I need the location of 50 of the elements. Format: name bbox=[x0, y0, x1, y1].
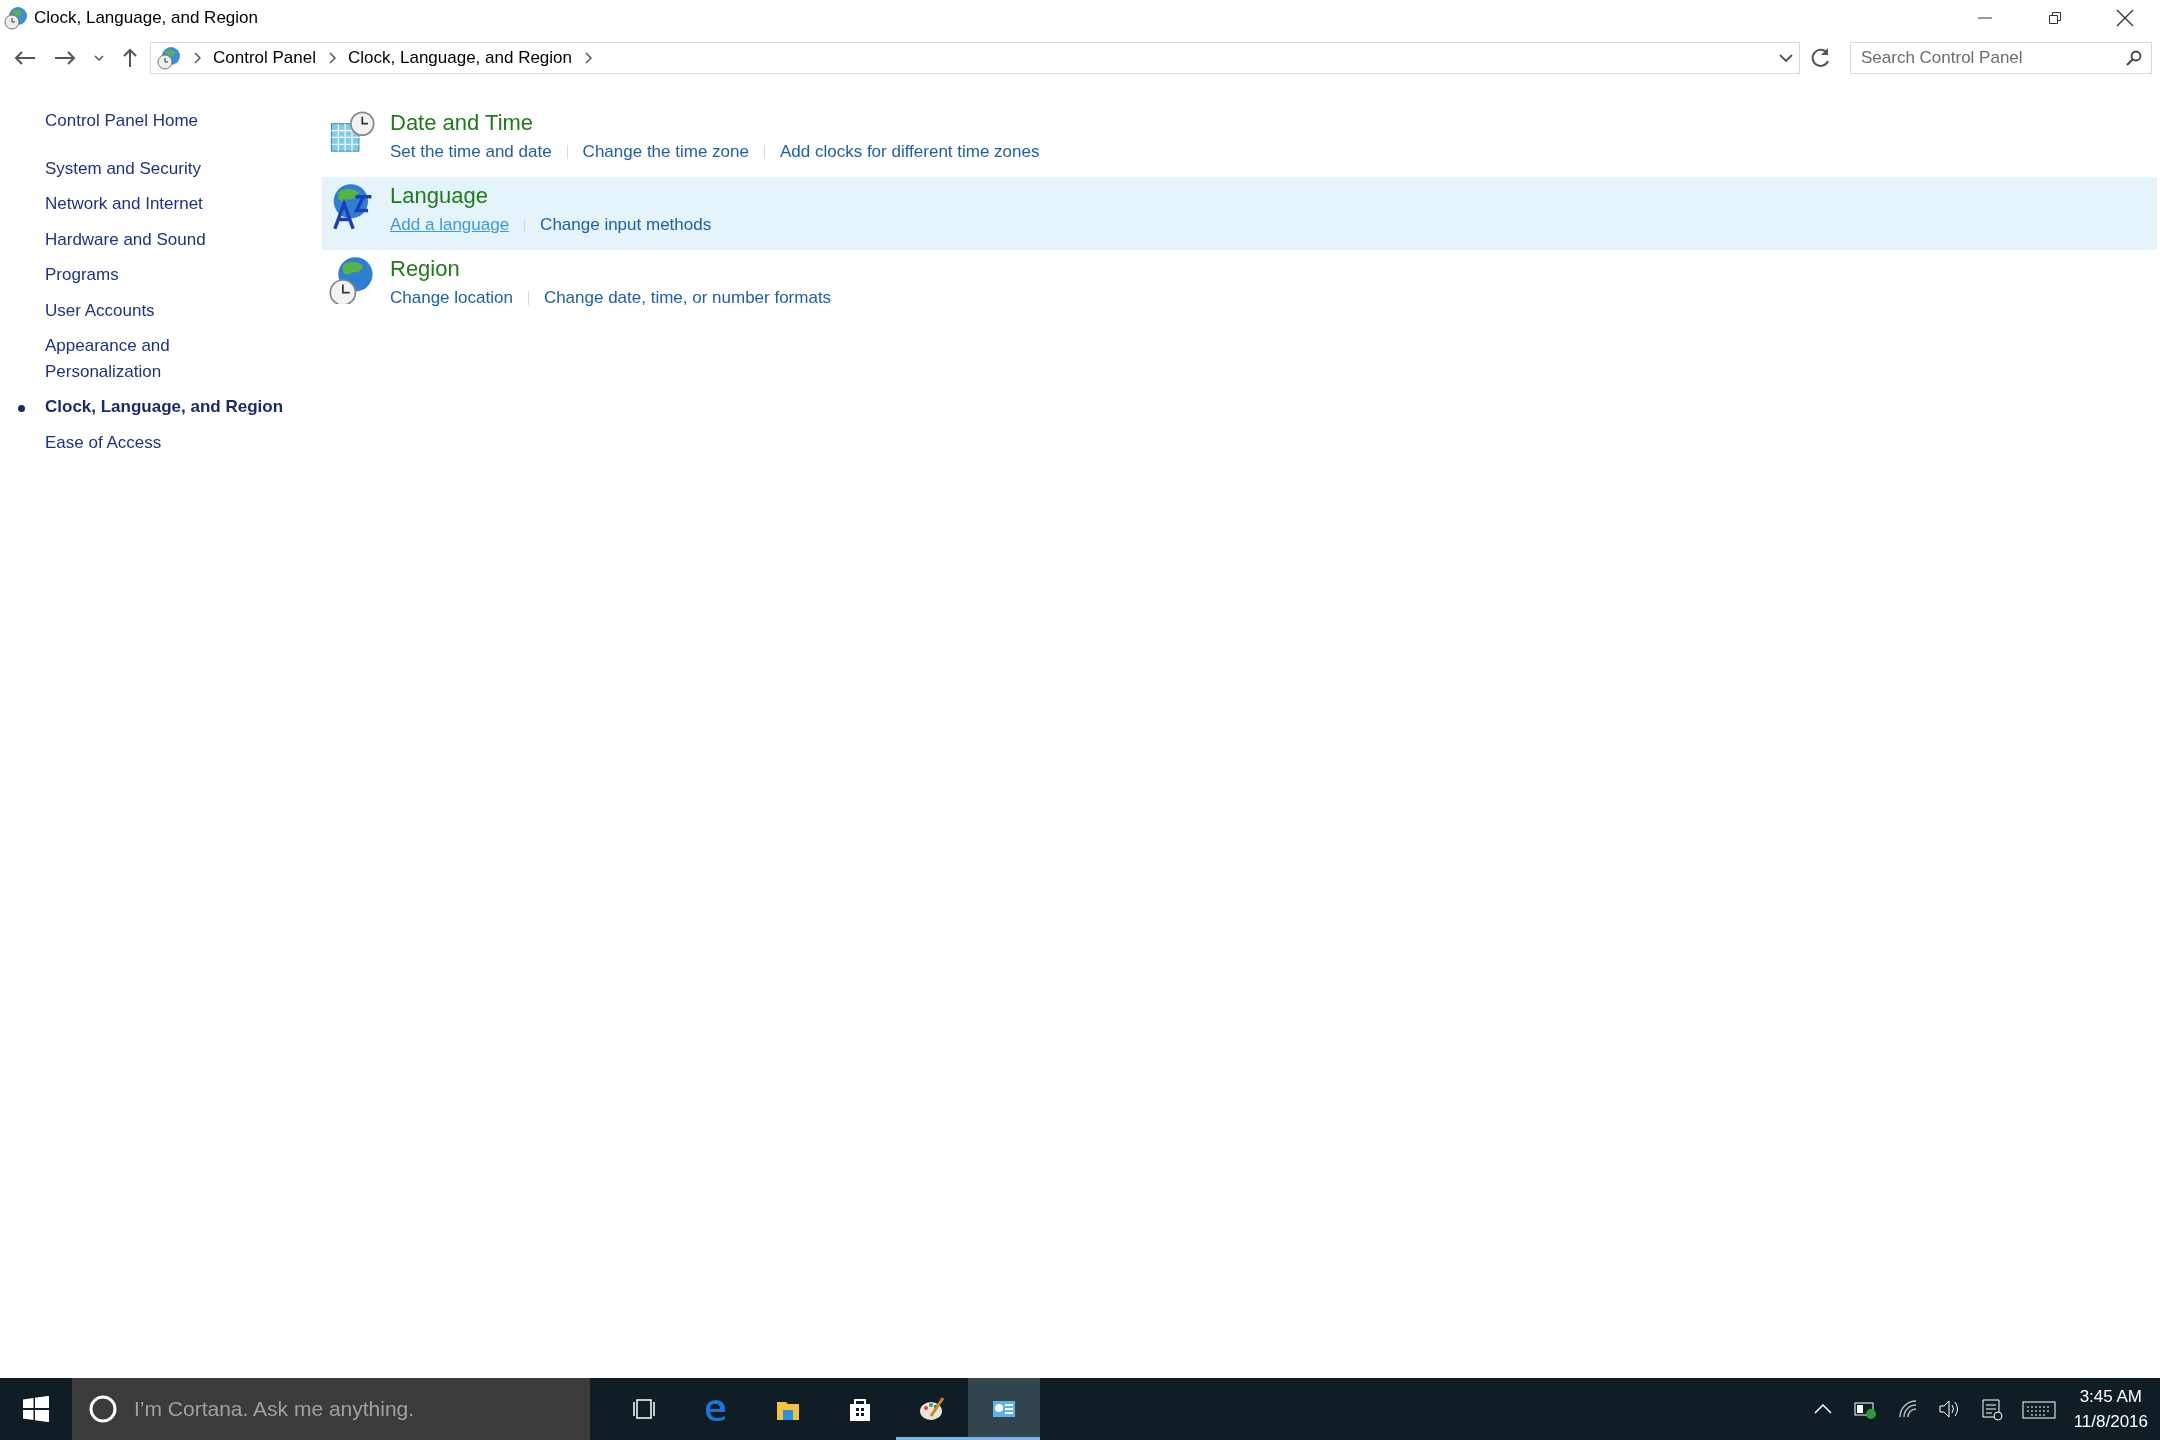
task-link[interactable]: Set the time and date bbox=[390, 139, 552, 165]
taskbar-app-button[interactable] bbox=[968, 1378, 1040, 1440]
sidebar-link[interactable]: Clock, Language, and Region bbox=[45, 394, 285, 420]
search-icon bbox=[2126, 50, 2142, 66]
task-link[interactable]: Change the time zone bbox=[582, 139, 749, 165]
chevron-right-icon[interactable] bbox=[328, 52, 336, 64]
forward-arrow-icon bbox=[54, 50, 76, 66]
sidebar-link[interactable]: User Accounts bbox=[45, 297, 285, 323]
sidebar-link[interactable]: Programs bbox=[45, 262, 285, 288]
clock[interactable]: 3:45 AM 11/8/2016 bbox=[2073, 1383, 2148, 1435]
chevron-right-icon[interactable] bbox=[584, 52, 592, 64]
category-title-link[interactable]: Language bbox=[390, 183, 488, 210]
breadcrumb-item[interactable]: Clock, Language, and Region bbox=[348, 45, 572, 71]
task-link[interactable]: Change input methods bbox=[540, 212, 712, 238]
chevron-down-icon bbox=[94, 54, 104, 62]
palette-icon bbox=[919, 1396, 945, 1422]
search-field[interactable]: Search Control Panel bbox=[1850, 42, 2152, 74]
chevron-right-icon[interactable] bbox=[193, 52, 201, 64]
cortana-search-box[interactable]: I’m Cortana. Ask me anything. bbox=[72, 1378, 590, 1440]
shopping-bag-icon bbox=[847, 1396, 873, 1422]
breadcrumb-item[interactable]: Control Panel bbox=[213, 45, 316, 71]
category-title-link[interactable]: Region bbox=[390, 256, 460, 283]
task-link[interactable]: Change location bbox=[390, 285, 513, 311]
sidebar-link[interactable]: System and Security bbox=[45, 155, 285, 181]
notification-icon[interactable] bbox=[1979, 1397, 2004, 1421]
back-arrow-icon bbox=[14, 50, 36, 66]
clock-time: 3:45 AM bbox=[2078, 1385, 2143, 1408]
sidebar-link[interactable]: Ease of Access bbox=[45, 429, 285, 455]
sidebar-home-link[interactable]: Control Panel Home bbox=[45, 108, 199, 134]
windows-logo-icon bbox=[23, 1396, 49, 1422]
task-link[interactable]: Change date, time, or number formats bbox=[543, 285, 832, 311]
clock-date: 11/8/2016 bbox=[2073, 1411, 2148, 1433]
cortana-circle-icon bbox=[88, 1394, 118, 1424]
globe-clock-icon bbox=[157, 46, 181, 70]
selected-bullet bbox=[18, 405, 25, 412]
up-arrow-icon bbox=[122, 48, 138, 68]
sidebar-link[interactable]: Appearance and Personalization bbox=[45, 333, 285, 384]
sidebar-link[interactable]: Network and Internet bbox=[45, 191, 285, 217]
minimize-icon bbox=[1977, 17, 1993, 19]
address-bar[interactable]: Control Panel Clock, Language, and Region bbox=[150, 42, 1800, 74]
task-link[interactable]: Add clocks for different time zones bbox=[779, 139, 1040, 165]
restore-icon bbox=[2047, 10, 2063, 26]
sidebar-link[interactable]: Hardware and Sound bbox=[45, 226, 285, 252]
window-title: Clock, Language, and Region bbox=[34, 7, 258, 30]
globe-clock-icon[interactable] bbox=[328, 256, 376, 304]
globe-clock-icon bbox=[4, 6, 28, 30]
chevron-down-icon[interactable] bbox=[1779, 53, 1793, 63]
category-title-link[interactable]: Date and Time bbox=[390, 110, 534, 137]
task-view-icon bbox=[631, 1396, 657, 1422]
close-icon bbox=[2116, 9, 2134, 27]
